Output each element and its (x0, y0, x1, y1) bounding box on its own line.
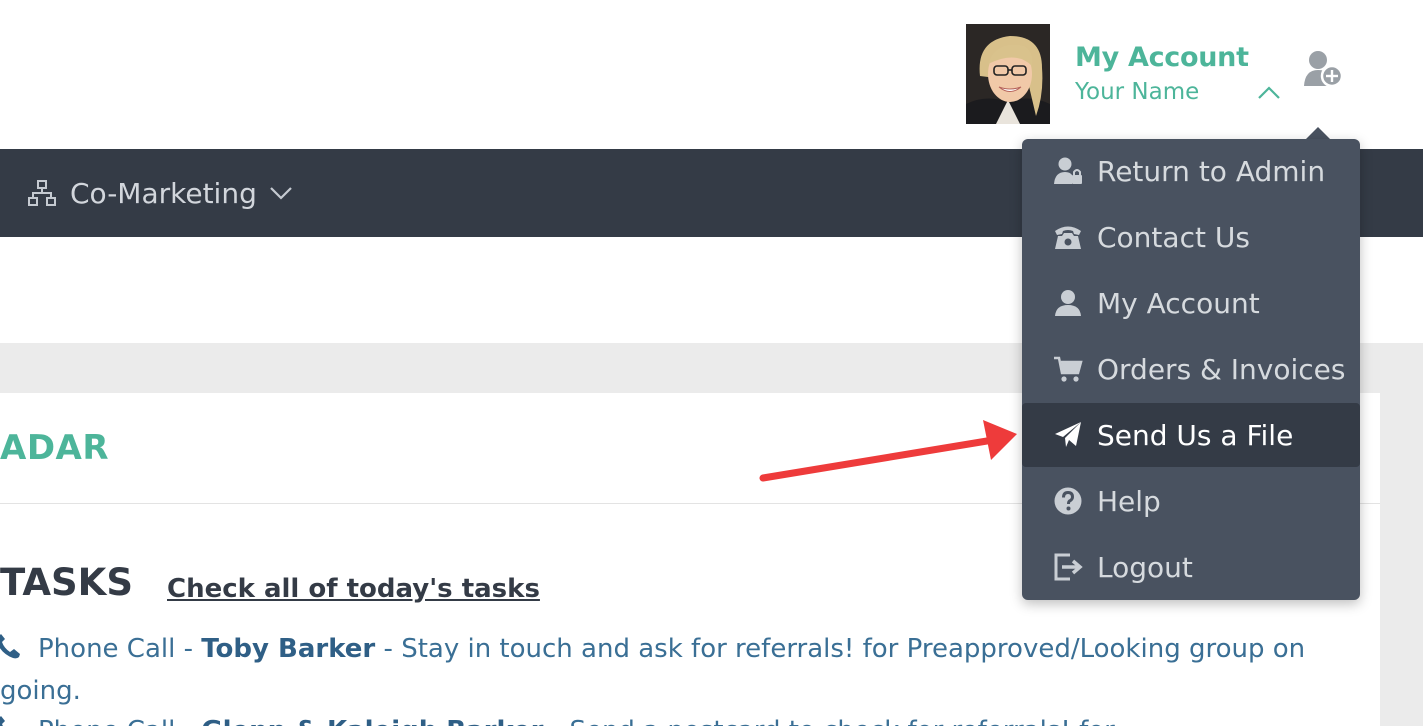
tasks-heading: TASKS (0, 561, 133, 604)
menu-item-orders-invoices[interactable]: Orders & Invoices (1022, 337, 1360, 401)
nav-item-co-marketing[interactable]: Co-Marketing (28, 149, 293, 237)
logout-icon (1054, 553, 1083, 581)
account-dropdown-menu: Return to Admin Contact Us My Account Or… (1022, 139, 1360, 600)
question-circle-icon (1054, 487, 1082, 515)
account-title[interactable]: My Account (1075, 42, 1249, 73)
menu-item-label: Return to Admin (1097, 154, 1326, 188)
task-type: Phone Call (38, 634, 176, 664)
task-separator: - (175, 716, 201, 726)
task-item: Phone Call - Glenn & Kaleigh Barker - Se… (0, 710, 1330, 726)
avatar[interactable] (966, 24, 1050, 124)
menu-item-label: My Account (1097, 286, 1260, 320)
annotation-arrow-icon (759, 420, 1017, 482)
chevron-up-icon[interactable] (1257, 84, 1281, 100)
task-type: Phone Call (38, 716, 175, 726)
cart-icon (1054, 356, 1083, 382)
menu-item-help[interactable]: Help (1022, 469, 1360, 533)
menu-item-label: Orders & Invoices (1097, 352, 1346, 386)
task-contact-link[interactable]: Toby Barker (201, 634, 375, 664)
add-user-icon[interactable] (1302, 48, 1344, 88)
paper-plane-icon (1055, 422, 1081, 447)
menu-item-label: Logout (1097, 550, 1193, 584)
user-lock-icon (1054, 157, 1082, 184)
phone-icon (0, 716, 5, 726)
task-contact-link[interactable]: Glenn & Kaleigh Barker (201, 716, 543, 726)
check-tasks-link[interactable]: Check all of today's tasks (167, 574, 540, 604)
chevron-down-icon (270, 187, 292, 200)
menu-item-label: Contact Us (1097, 220, 1250, 254)
task-separator: - (544, 716, 570, 726)
menu-item-my-account[interactable]: My Account (1022, 271, 1360, 335)
task-item: Phone Call - Toby Barker - Stay in touch… (0, 628, 1330, 712)
menu-item-send-us-a-file[interactable]: Send Us a File (1022, 403, 1360, 467)
task-description: Send a postcard to check for referrals! … (569, 716, 1114, 726)
top-header: My Account Your Name (0, 0, 1423, 149)
menu-item-label: Send Us a File (1097, 418, 1294, 452)
menu-item-logout[interactable]: Logout (1022, 535, 1360, 599)
section-title: ADAR (0, 428, 110, 468)
user-icon (1055, 290, 1081, 316)
account-user-name[interactable]: Your Name (1075, 79, 1199, 105)
menu-item-label: Help (1097, 484, 1161, 518)
sitemap-icon (28, 180, 56, 206)
task-separator: - (175, 634, 202, 664)
menu-item-return-to-admin[interactable]: Return to Admin (1022, 139, 1360, 203)
nav-item-label: Co-Marketing (70, 176, 257, 210)
task-separator: - (375, 634, 402, 664)
phone-icon (0, 634, 20, 659)
menu-item-contact-us[interactable]: Contact Us (1022, 205, 1360, 269)
phone-icon (1055, 226, 1081, 249)
